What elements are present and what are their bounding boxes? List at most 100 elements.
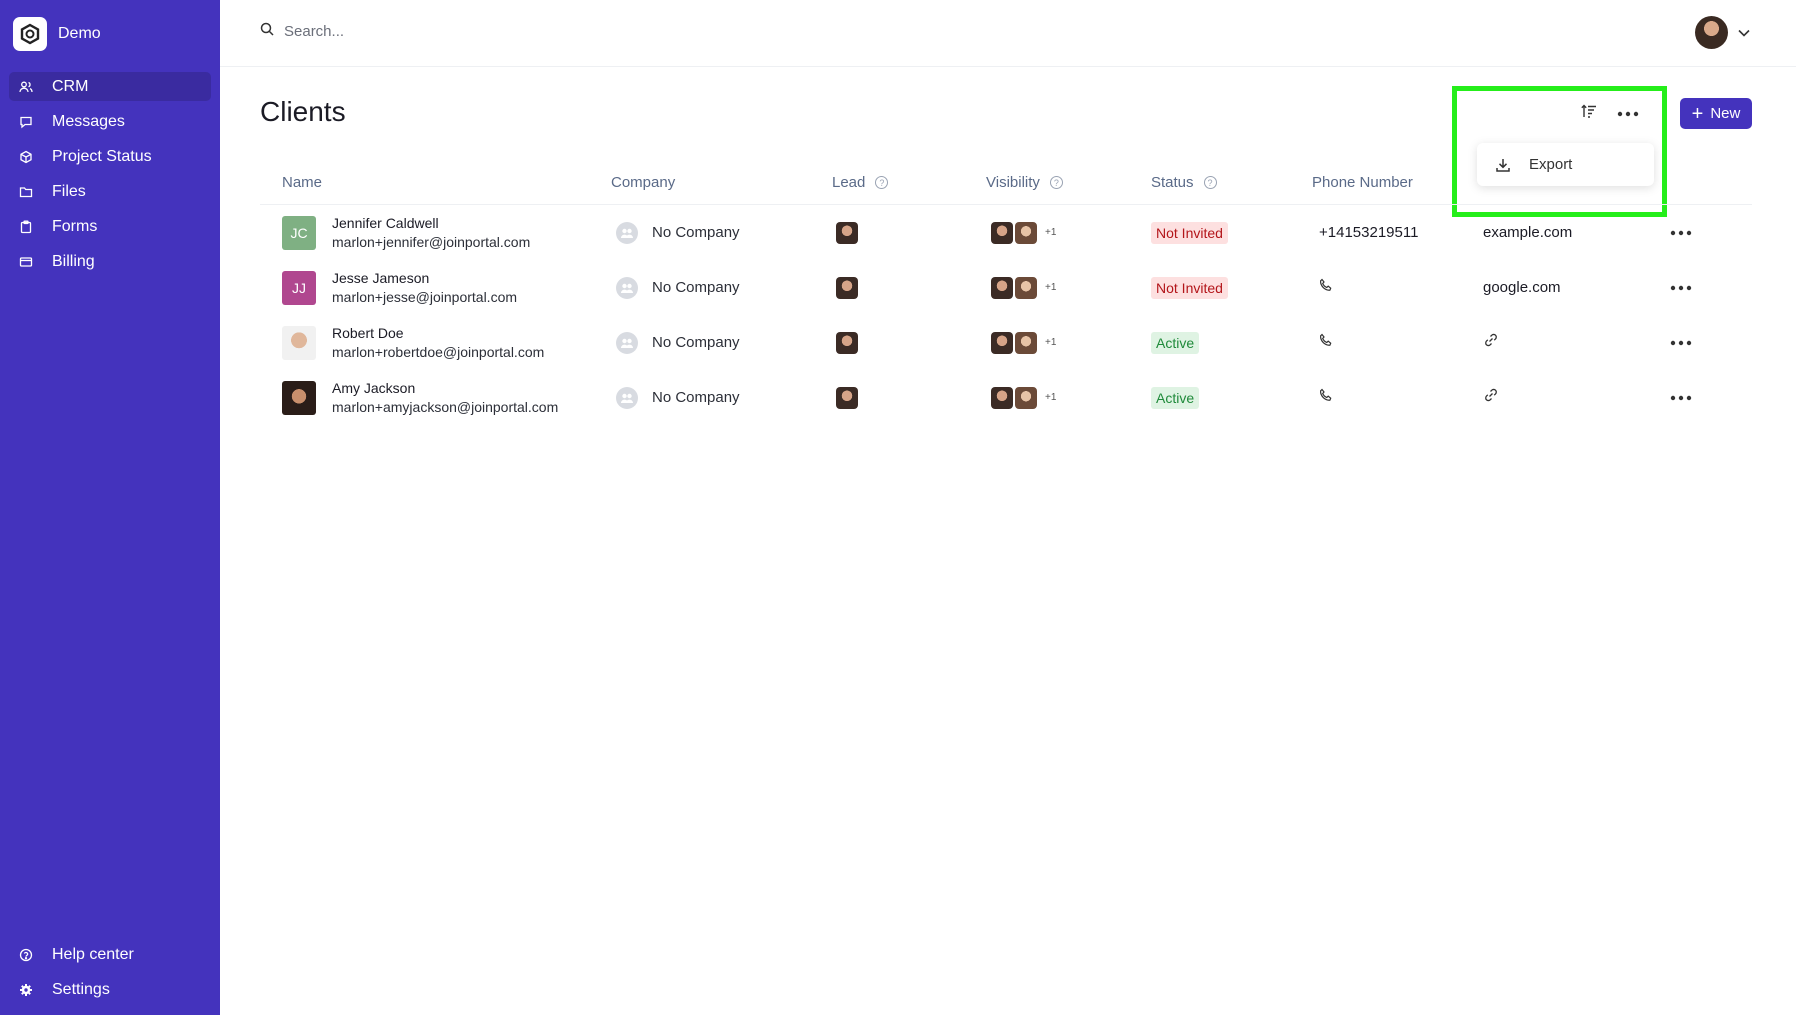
row-more-button[interactable]	[1670, 260, 1692, 315]
help-icon[interactable]: ?	[1203, 176, 1217, 189]
client-name[interactable]: Jennifer Caldwell	[332, 215, 530, 231]
column-label: Visibility	[986, 174, 1040, 191]
help-icon	[19, 948, 33, 962]
sidebar-item-forms[interactable]: Forms	[9, 212, 211, 241]
phone-number[interactable]: +14153219511	[1319, 224, 1418, 241]
column-header-phone-number[interactable]: Phone Number	[1312, 174, 1413, 191]
visibility-count: +1	[1045, 337, 1057, 348]
status-cell: Active	[1151, 370, 1200, 425]
new-client-button[interactable]: + New	[1680, 98, 1752, 129]
sidebar-item-label: Billing	[52, 252, 95, 270]
visibility-count: +1	[1045, 282, 1057, 293]
lead-avatar	[836, 221, 858, 244]
table-row[interactable]: JC Jennifer Caldwell marlon+jennifer@joi…	[260, 205, 1752, 260]
sidebar-item-label: Files	[52, 182, 86, 200]
column-label: Name	[282, 174, 323, 191]
avatar	[991, 386, 1013, 409]
sidebar-item-crm[interactable]: CRM	[9, 72, 211, 101]
client-name[interactable]: Amy Jackson	[332, 380, 558, 396]
lead-avatar	[836, 386, 858, 409]
avatar	[1015, 386, 1037, 409]
sidebar-item-messages[interactable]: Messages	[9, 107, 211, 136]
website-cell: google.com	[1483, 260, 1561, 315]
column-header-company[interactable]: Company	[611, 174, 675, 191]
phone-icon[interactable]	[1319, 388, 1333, 407]
help-icon[interactable]: ?	[1049, 176, 1063, 189]
folder-icon	[19, 185, 33, 199]
website-link[interactable]: example.com	[1483, 224, 1572, 241]
lead-cell	[836, 260, 858, 315]
help-icon[interactable]: ?	[875, 176, 889, 189]
company-cell: No Company	[616, 370, 740, 425]
client-name[interactable]: Jesse Jameson	[332, 270, 517, 286]
row-more-button[interactable]	[1670, 370, 1692, 425]
phone-icon[interactable]	[1319, 278, 1333, 297]
website-cell	[1483, 315, 1499, 370]
column-label: Status	[1151, 174, 1194, 191]
visibility-count: +1	[1045, 227, 1057, 238]
new-button-label: New	[1710, 105, 1741, 122]
avatar	[991, 221, 1013, 244]
workspace-switcher[interactable]: Demo	[13, 17, 101, 51]
phone-icon[interactable]	[1319, 333, 1333, 352]
more-icon	[1617, 104, 1639, 122]
chat-icon	[19, 115, 33, 129]
company-name: No Company	[652, 279, 740, 296]
sidebar-item-settings[interactable]: Settings	[9, 975, 211, 1004]
website-link[interactable]: google.com	[1483, 279, 1561, 296]
name-cell: JJ Jesse Jameson marlon+jesse@joinportal…	[282, 260, 517, 315]
column-header-status[interactable]: Status?	[1151, 174, 1217, 191]
sidebar-item-project-status[interactable]: Project Status	[9, 142, 211, 171]
sidebar-item-label: Messages	[52, 112, 125, 130]
sidebar-item-billing[interactable]: Billing	[9, 247, 211, 276]
link-icon[interactable]	[1483, 332, 1499, 353]
sidebar-item-label: Project Status	[52, 147, 152, 165]
company-name: No Company	[652, 389, 740, 406]
phone-cell: +14153219511	[1319, 205, 1418, 260]
client-email: marlon+jesse@joinportal.com	[332, 289, 518, 305]
link-icon[interactable]	[1483, 387, 1499, 408]
phone-cell	[1319, 260, 1333, 315]
visibility-cell: +1	[991, 315, 1056, 370]
user-menu[interactable]	[1695, 16, 1750, 49]
company-icon	[616, 276, 638, 299]
users-icon	[19, 80, 33, 94]
row-more-button[interactable]	[1670, 315, 1692, 370]
sidebar-item-help-center[interactable]: Help center	[9, 940, 211, 969]
row-more-button[interactable]	[1670, 205, 1692, 260]
sort-icon	[1581, 104, 1597, 123]
client-name[interactable]: Robert Doe	[332, 325, 544, 341]
avatar	[1015, 331, 1037, 354]
workspace-logo	[13, 17, 47, 51]
search-input[interactable]	[282, 22, 586, 41]
table-row[interactable]: Amy Jackson marlon+amyjackson@joinportal…	[260, 370, 1752, 425]
column-header-name[interactable]: Name	[282, 174, 322, 191]
avatar	[1695, 16, 1728, 49]
table-row[interactable]: JJ Jesse Jameson marlon+jesse@joinportal…	[260, 260, 1752, 315]
visibility-cell: +1	[991, 370, 1056, 425]
status-badge: Active	[1151, 331, 1200, 354]
sidebar-item-files[interactable]: Files	[9, 177, 211, 206]
sort-button[interactable]	[1578, 102, 1600, 124]
visibility-cell: +1	[991, 260, 1056, 315]
more-options-button[interactable]	[1615, 102, 1641, 124]
name-cell: Amy Jackson marlon+amyjackson@joinportal…	[282, 370, 558, 425]
avatar	[282, 325, 316, 360]
status-cell: Active	[1151, 315, 1200, 370]
table-row[interactable]: Robert Doe marlon+robertdoe@joinportal.c…	[260, 315, 1752, 370]
company-cell: No Company	[616, 260, 740, 315]
website-cell	[1483, 370, 1499, 425]
cube-icon	[19, 150, 33, 164]
phone-cell	[1319, 315, 1333, 370]
client-email: marlon+jennifer@joinportal.com	[332, 234, 531, 250]
client-email: marlon+robertdoe@joinportal.com	[332, 344, 545, 360]
column-header-lead[interactable]: Lead?	[832, 174, 889, 191]
company-name: No Company	[652, 224, 740, 241]
sidebar-bottom: Help center Settings	[9, 940, 211, 1010]
avatar	[991, 331, 1013, 354]
search-icon	[260, 22, 274, 41]
company-cell: No Company	[616, 205, 740, 260]
visibility-cell: +1	[991, 205, 1056, 260]
sidebar-item-label: Settings	[52, 980, 110, 998]
column-header-visibility[interactable]: Visibility?	[986, 174, 1063, 191]
